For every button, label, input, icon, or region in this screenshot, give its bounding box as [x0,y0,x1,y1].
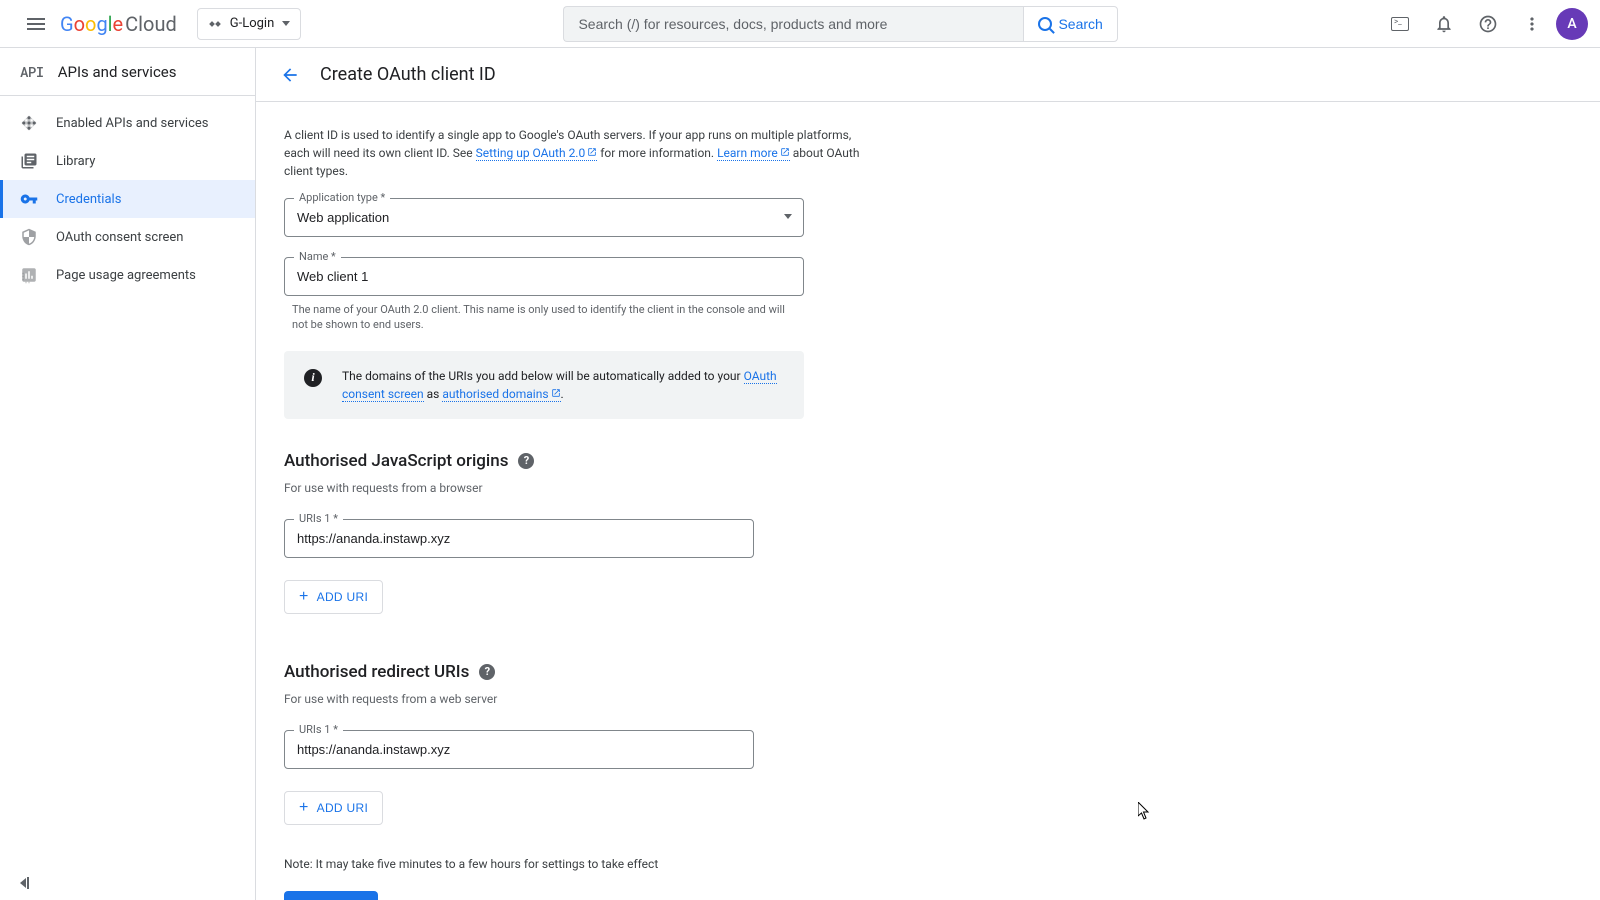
add-uri-label: ADD URI [317,590,368,604]
oauth-consent-icon [20,228,38,246]
back-button[interactable] [280,65,300,85]
create-button[interactable]: CREATE [284,891,378,900]
collapse-icon [20,878,26,888]
cloud-shell-button[interactable] [1380,4,1420,44]
plus-icon: + [299,589,309,605]
search-input[interactable] [563,6,1023,42]
external-link-icon [780,144,790,154]
sidebar-item-label: Credentials [56,192,121,207]
sidebar-item-label: Library [56,154,95,169]
project-picker[interactable]: G-Login [197,8,302,40]
sidebar-item-enabled-apis[interactable]: Enabled APIs and services [0,104,255,142]
sidebar-item-oauth-consent[interactable]: OAuth consent screen [0,218,255,256]
google-cloud-logo[interactable]: Google Cloud [60,12,177,36]
sidebar-item-label: OAuth consent screen [56,230,183,245]
enabled-apis-icon [20,114,38,132]
content: A client ID is used to identify a single… [256,102,896,900]
application-type-label: Application type * [294,191,390,204]
redirect-add-uri-button[interactable]: + ADD URI [284,791,383,825]
hamburger-menu-button[interactable] [12,0,60,48]
more-button[interactable] [1512,4,1552,44]
sidebar-item-credentials[interactable]: Credentials [0,180,255,218]
redirect-uris-title-row: Authorised redirect URIs ? [284,662,868,682]
js-origins-title: Authorised JavaScript origins [284,451,508,471]
sidebar: API APIs and services Enabled APIs and s… [0,48,256,900]
sidebar-header: API APIs and services [0,48,255,96]
top-header: Google Cloud G-Login Search A [0,0,1600,48]
redirect-uri-label: URIs 1 * [294,723,343,736]
hamburger-icon [27,18,45,30]
intro-text: A client ID is used to identify a single… [284,126,868,180]
external-link-icon [551,385,561,395]
main-content: Create OAuth client ID A client ID is us… [256,48,1600,900]
redirect-uris-subtitle: For use with requests from a web server [284,692,868,706]
name-field: Name * [284,257,804,296]
help-icon [1478,14,1498,34]
credentials-icon [20,190,38,208]
cancel-button[interactable]: CANCEL [390,891,477,900]
info-text: The domains of the URIs you add below wi… [342,367,784,403]
help-icon[interactable]: ? [518,453,534,469]
name-helper-text: The name of your OAuth 2.0 client. This … [292,302,792,333]
sidebar-item-label: Enabled APIs and services [56,116,209,131]
header-right: A [1380,4,1588,44]
learn-more-link[interactable]: Learn more [717,146,790,161]
sidebar-title: APIs and services [58,63,177,81]
back-arrow-icon [280,65,300,85]
js-origins-uri-label: URIs 1 * [294,512,343,525]
js-origins-title-row: Authorised JavaScript origins ? [284,451,868,471]
note-text: Note: It may take five minutes to a few … [284,857,868,871]
name-input[interactable] [284,257,804,296]
js-origins-uri-input[interactable] [284,519,754,558]
cloud-shell-icon [1391,17,1409,31]
help-icon[interactable]: ? [479,664,495,680]
project-icon [208,17,222,31]
bell-icon [1434,14,1454,34]
application-type-field: Application type * Web application [284,198,804,237]
project-name-label: G-Login [230,16,275,31]
search-icon [1038,17,1052,31]
more-vert-icon [1522,14,1542,34]
library-icon [20,152,38,170]
setting-up-oauth-link[interactable]: Setting up OAuth 2.0 [476,146,598,161]
js-origins-add-uri-button[interactable]: + ADD URI [284,580,383,614]
button-row: CREATE CANCEL [284,891,868,900]
search-button[interactable]: Search [1023,6,1117,42]
redirect-uri-field: URIs 1 * [284,730,754,769]
js-origins-uri-field: URIs 1 * [284,519,754,558]
add-uri-label: ADD URI [317,801,368,815]
name-label: Name * [294,250,341,263]
help-button[interactable] [1468,4,1508,44]
external-link-icon [587,144,597,154]
search-container: Search [563,6,1117,42]
search-button-label: Search [1058,16,1102,32]
authorised-domains-link[interactable]: authorised domains [442,387,560,402]
sidebar-collapse-button[interactable] [0,866,255,900]
redirect-uri-input[interactable] [284,730,754,769]
sidebar-item-library[interactable]: Library [0,142,255,180]
info-icon: i [304,369,322,387]
notifications-button[interactable] [1424,4,1464,44]
sidebar-item-page-usage[interactable]: Page usage agreements [0,256,255,294]
redirect-uris-title: Authorised redirect URIs [284,662,469,682]
chevron-down-icon [282,21,290,26]
js-origins-subtitle: For use with requests from a browser [284,481,868,495]
api-logo: API [20,62,44,81]
plus-icon: + [299,800,309,816]
info-box: i The domains of the URIs you add below … [284,351,804,419]
page-title: Create OAuth client ID [320,64,496,85]
sidebar-item-label: Page usage agreements [56,268,196,283]
page-header: Create OAuth client ID [256,48,1600,102]
sidebar-nav: Enabled APIs and services Library Creden… [0,96,255,866]
page-usage-icon [20,266,38,284]
user-avatar[interactable]: A [1556,8,1588,40]
